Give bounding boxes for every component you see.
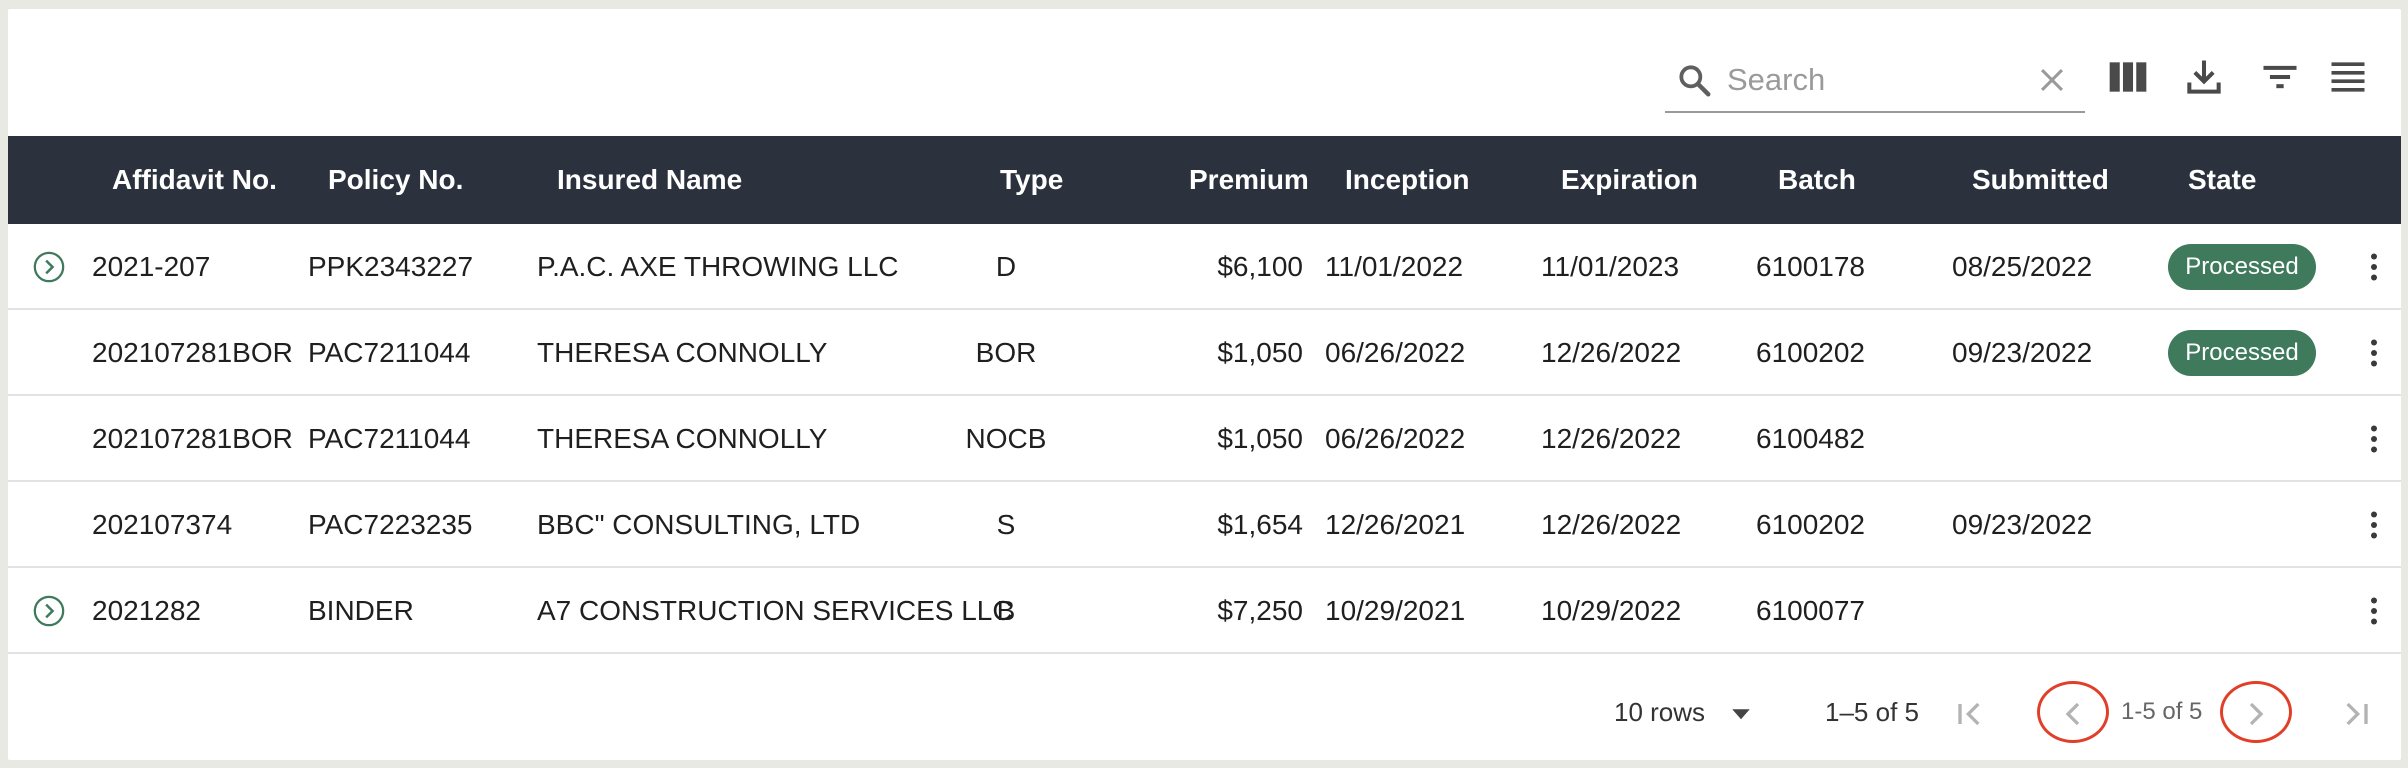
column-header-premium[interactable]: Premium	[1189, 136, 1309, 224]
cell-batch: 6100482	[1756, 423, 1866, 454]
table-row[interactable]: 202107374 PAC7223235 BBC" CONSULTING, LT…	[8, 482, 2401, 568]
column-header-state[interactable]: State	[2188, 136, 2256, 224]
cell-policy: PAC7223235	[308, 509, 473, 540]
cell-policy: BINDER	[308, 595, 414, 626]
cell-batch: 6100077	[1756, 595, 1866, 626]
cell-type: NOCB	[965, 423, 1047, 454]
chevron-down-icon[interactable]	[1726, 698, 1756, 728]
more-vert-icon[interactable]	[2356, 592, 2392, 630]
close-icon[interactable]	[2035, 63, 2069, 97]
cell-insured-name: THERESA CONNOLLY	[537, 423, 828, 454]
more-vert-icon[interactable]	[2356, 248, 2392, 286]
cell-premium: $1,654	[1217, 509, 1303, 540]
table-row[interactable]: 202107281BOR PAC7211044 THERESA CONNOLLY…	[8, 310, 2401, 396]
cell-affidavit: 2021-207	[92, 251, 211, 282]
cell-submitted: 09/23/2022	[1952, 337, 2093, 368]
previous-page-icon[interactable]	[2053, 694, 2093, 734]
column-header-insured-name[interactable]: Insured Name	[557, 136, 742, 224]
search-icon	[1679, 65, 1711, 97]
page-range-label: 1-5 of 5	[2121, 698, 2203, 725]
cell-affidavit: 202107281BOR	[92, 423, 293, 454]
cell-inception: 11/01/2022	[1325, 251, 1464, 282]
data-table-card: Affidavit No. Policy No. Insured Name Ty…	[8, 9, 2401, 760]
search-input[interactable]	[1727, 57, 2017, 103]
cell-affidavit: 202107281BOR	[92, 337, 293, 368]
table-row[interactable]: 202107281BOR PAC7211044 THERESA CONNOLLY…	[8, 396, 2401, 482]
table-row[interactable]: 2021282 BINDER A7 CONSTRUCTION SERVICES …	[8, 568, 2401, 654]
cell-policy: PAC7211044	[308, 337, 471, 368]
table-toolbar	[8, 9, 2401, 136]
cell-policy: PAC7211044	[308, 423, 471, 454]
download-icon[interactable]	[2182, 55, 2226, 99]
cell-batch: 6100202	[1756, 509, 1866, 540]
cell-insured-name: A7 CONSTRUCTION SERVICES LLC	[537, 595, 1013, 626]
cell-inception: 06/26/2022	[1325, 337, 1466, 368]
cell-type: BOR	[975, 337, 1037, 368]
cell-expiration: 11/01/2023	[1541, 251, 1680, 282]
cell-premium: $6,100	[1217, 251, 1303, 282]
cell-type: S	[996, 509, 1016, 540]
cell-expiration: 12/26/2022	[1541, 337, 1682, 368]
more-vert-icon[interactable]	[2356, 420, 2392, 458]
column-header-type[interactable]: Type	[1000, 136, 1063, 224]
cell-expiration: 12/26/2022	[1541, 423, 1682, 454]
cell-policy: PPK2343227	[308, 251, 474, 282]
column-header-policy[interactable]: Policy No.	[328, 136, 463, 224]
cell-expiration: 12/26/2022	[1541, 509, 1682, 540]
cell-inception: 06/26/2022	[1325, 423, 1466, 454]
more-vert-icon[interactable]	[2356, 334, 2392, 372]
cell-premium: $1,050	[1217, 337, 1303, 368]
more-vert-icon[interactable]	[2356, 506, 2392, 544]
cell-insured-name: P.A.C. AXE THROWING LLC	[537, 251, 899, 282]
density-icon[interactable]	[2326, 55, 2370, 99]
table-header: Affidavit No. Policy No. Insured Name Ty…	[8, 136, 2401, 224]
cell-insured-name: BBC" CONSULTING, LTD	[537, 509, 861, 540]
cell-insured-name: THERESA CONNOLLY	[537, 337, 828, 368]
search-box	[1665, 49, 2085, 113]
cell-premium: $1,050	[1217, 423, 1303, 454]
cell-expiration: 10/29/2022	[1541, 595, 1682, 626]
cell-inception: 12/26/2021	[1325, 509, 1466, 540]
status-badge: Processed	[2168, 330, 2316, 376]
expand-row-icon[interactable]	[32, 250, 66, 284]
expand-row-icon[interactable]	[32, 594, 66, 628]
cell-submitted: 08/25/2022	[1952, 251, 2093, 282]
cell-affidavit: 202107374	[92, 509, 233, 540]
column-header-inception[interactable]: Inception	[1345, 136, 1469, 224]
filter-icon[interactable]	[2258, 55, 2302, 99]
cell-type: D	[995, 251, 1017, 282]
column-header-affidavit[interactable]: Affidavit No.	[112, 136, 277, 224]
cell-affidavit: 2021282	[92, 595, 202, 626]
view-columns-icon[interactable]	[2106, 55, 2150, 99]
rows-per-page-select[interactable]: 10 rows	[1614, 664, 1705, 760]
first-page-icon[interactable]	[1950, 694, 1990, 734]
cell-batch: 6100202	[1756, 337, 1866, 368]
cell-type: B	[996, 595, 1016, 626]
table-row[interactable]: 2021-207 PPK2343227 P.A.C. AXE THROWING …	[8, 224, 2401, 310]
cell-inception: 10/29/2021	[1325, 595, 1466, 626]
cell-batch: 6100178	[1756, 251, 1866, 282]
column-header-batch[interactable]: Batch	[1778, 136, 1856, 224]
column-header-expiration[interactable]: Expiration	[1561, 136, 1698, 224]
cell-premium: $7,250	[1217, 595, 1303, 626]
column-header-submitted[interactable]: Submitted	[1972, 136, 2109, 224]
next-page-icon[interactable]	[2236, 694, 2276, 734]
last-page-icon[interactable]	[2336, 694, 2376, 734]
status-badge: Processed	[2168, 244, 2316, 290]
cell-submitted: 09/23/2022	[1952, 509, 2093, 540]
pagination-range-label: 1–5 of 5	[1825, 697, 1919, 727]
table-pagination: 10 rows 1–5 of 5 1-5 of 5	[8, 664, 2401, 760]
